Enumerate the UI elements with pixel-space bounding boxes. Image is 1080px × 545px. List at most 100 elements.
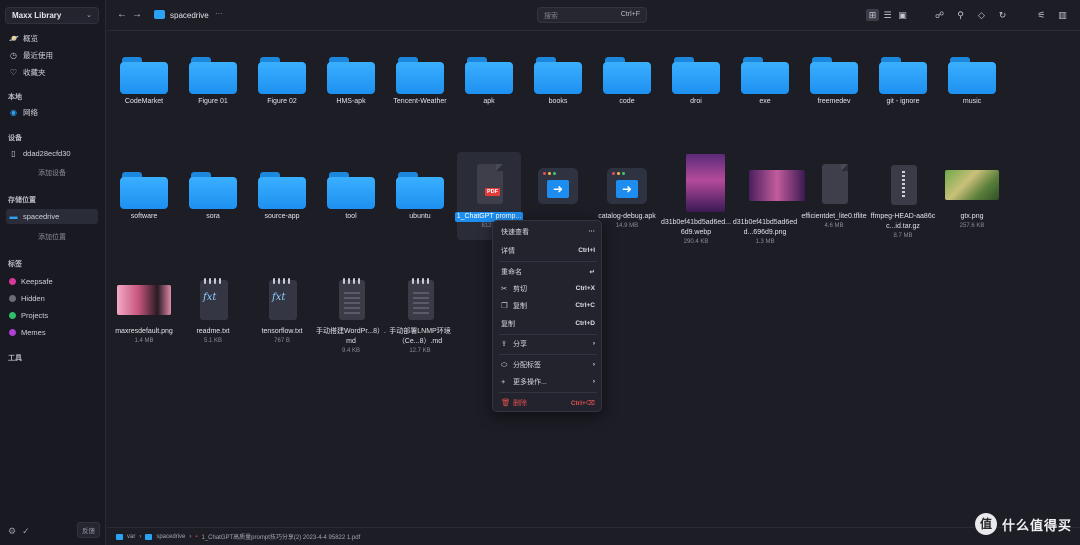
tag-icon: ⬭ — [501, 359, 508, 369]
tag-label: Memes — [21, 328, 46, 337]
menu-details[interactable]: 详情 Ctrl+I — [497, 243, 599, 258]
file-item[interactable]: ➜ — [522, 162, 594, 210]
section-devices: 设备 — [8, 135, 22, 142]
breadcrumb-file[interactable]: 1_ChatGPT高质量prompt技巧分享(2) 2023-4-4 95822… — [202, 532, 361, 541]
list-view-icon[interactable]: ☰ — [881, 9, 894, 21]
back-arrow-icon[interactable]: ← — [117, 9, 127, 20]
file-item[interactable]: d31b0ef41bd5ad6edd...696d9.png 1.3 MB — [729, 154, 805, 246]
file-name: git - ignore — [886, 98, 920, 105]
file-item[interactable]: code — [591, 47, 663, 107]
nav-overview[interactable]: 🪐 概览 — [6, 31, 98, 46]
chevron-right-icon: › — [592, 361, 595, 368]
menu-shortcut: Ctrl+X — [575, 285, 595, 292]
file-item[interactable]: 手动部署LNMP环境（Ce...8）.md 12.7 KB — [384, 277, 456, 355]
context-menu: 快速查看 ··· 详情 Ctrl+I 重命名 ↵ ✂ 剪切 Ctrl+X ❐ 复… — [492, 220, 602, 412]
file-size: 1.4 MB — [134, 338, 154, 344]
file-item[interactable]: books — [522, 47, 594, 107]
forward-arrow-icon[interactable]: → — [132, 9, 142, 20]
file-item[interactable]: Figure 01 — [177, 47, 249, 107]
gear-icon[interactable]: ⚙ — [8, 526, 16, 537]
menu-shortcut: Ctrl+C — [575, 302, 595, 309]
file-item[interactable]: freemedev — [798, 47, 870, 107]
inspector-panel-icon[interactable]: ▥ — [1056, 9, 1069, 21]
refresh-icon[interactable]: ↻ — [996, 9, 1009, 21]
file-item[interactable]: HMS-apk — [315, 47, 387, 107]
file-name: tensorflow.txt — [261, 328, 303, 335]
file-item[interactable]: Figure 02 — [246, 47, 318, 107]
file-item[interactable]: source-app — [246, 162, 318, 222]
file-item[interactable]: git - ignore — [867, 47, 939, 107]
tag-keepsafe[interactable]: Keepsafe — [6, 274, 98, 289]
file-item[interactable]: tool — [315, 162, 387, 222]
file-item[interactable]: sora — [177, 162, 249, 222]
tag-icon[interactable]: ◇ — [975, 9, 988, 21]
menu-label: 更多操作... — [513, 378, 547, 386]
file-item[interactable]: efficientdet_lite0.tflite 4.6 MB — [798, 162, 870, 230]
file-item[interactable]: Tencent-Weather — [384, 47, 456, 107]
section-tools: 工具 — [8, 355, 22, 362]
file-item[interactable]: ➜ catalog-debug.apk 14.9 MB — [591, 162, 663, 230]
menu-assign-tag[interactable]: ⬭ 分配标签 › — [497, 357, 599, 372]
device-item[interactable]: ▯ ddad28ecfd30 — [6, 146, 98, 161]
enter-icon: ↵ — [589, 268, 595, 276]
menu-duplicate[interactable]: 复制 Ctrl+D — [497, 316, 599, 331]
nav-favorites[interactable]: ♡ 收藏夹 — [6, 65, 98, 80]
file-item[interactable]: ffmpeg-HEAD-aa86cc...id.tar.gz 8.7 MB — [867, 162, 939, 240]
plus-icon: + — [501, 377, 506, 386]
menu-copy[interactable]: ❐ 复制 Ctrl+C — [497, 298, 599, 313]
menu-rename[interactable]: 重命名 ↵ — [497, 264, 599, 279]
media-view-icon[interactable]: ▣ — [896, 9, 909, 21]
feedback-button[interactable]: 反馈 — [77, 522, 100, 538]
menu-delete[interactable]: 🗑 删除 Ctrl+⌫ — [497, 395, 599, 410]
more-icon[interactable]: ··· — [215, 9, 223, 18]
section-local: 本地 — [8, 94, 22, 101]
file-item[interactable]: apk — [453, 47, 525, 107]
menu-cut[interactable]: ✂ 剪切 Ctrl+X — [497, 281, 599, 296]
file-item[interactable]: CodeMarket — [108, 47, 180, 107]
file-item[interactable]: d31b0ef41bd5ad6ed...6d9.webp 290.4 KB — [660, 154, 732, 246]
markdown-file-icon — [408, 278, 434, 320]
folder-icon — [154, 10, 165, 19]
grid-view-icon[interactable]: ⊞ — [866, 9, 879, 21]
sync-icon[interactable]: ☍ — [933, 9, 946, 21]
menu-label: 重命名 — [501, 268, 522, 276]
pdf-file-icon: PDF — [477, 164, 503, 204]
add-device-button[interactable]: 添加设备 — [38, 168, 66, 178]
library-selector[interactable]: Maxx Library ⌄ — [5, 7, 99, 24]
tag-dot-icon — [9, 329, 16, 336]
file-item[interactable]: maxresdefault.png 1.4 MB — [108, 277, 180, 345]
folder-icon — [810, 57, 858, 94]
folder-icon — [327, 57, 375, 94]
file-item[interactable]: f𝑥t tensorflow.txt 767 B — [246, 277, 318, 345]
menu-label: 分享 — [513, 340, 527, 348]
file-item[interactable]: droi — [660, 47, 732, 107]
tag-projects[interactable]: Projects — [6, 308, 98, 323]
nav-recent[interactable]: ◷ 最近使用 — [6, 48, 98, 63]
file-item[interactable]: software — [108, 162, 180, 222]
folder-icon: ▬ — [9, 212, 18, 221]
current-path[interactable]: spacedrive — [170, 11, 209, 20]
file-item[interactable]: music — [936, 47, 1008, 107]
file-item[interactable]: f𝑥t readme.txt 5.1 KB — [177, 277, 249, 345]
add-location-button[interactable]: 添加位置 — [38, 232, 66, 242]
location-spacedrive[interactable]: ▬ spacedrive — [6, 209, 98, 224]
nav-network[interactable]: ◉ 网络 — [6, 105, 98, 120]
check-circle-icon[interactable]: ✓ — [22, 526, 30, 537]
tag-memes[interactable]: Memes — [6, 325, 98, 340]
tag-hidden[interactable]: Hidden — [6, 291, 98, 306]
watermark-text: 什么值得买 — [1001, 517, 1072, 533]
menu-share[interactable]: ⇪ 分享 › — [497, 336, 599, 351]
search-input[interactable]: 搜索 Ctrl+F — [537, 7, 647, 23]
settings-sliders-icon[interactable]: ⚟ — [1035, 9, 1048, 21]
breadcrumb-spacedrive[interactable]: spacedrive — [156, 534, 185, 540]
breadcrumb-var[interactable]: var — [127, 534, 135, 540]
file-name: Figure 02 — [267, 98, 297, 105]
menu-more-actions[interactable]: + 更多操作... › — [497, 374, 599, 389]
key-icon[interactable]: ⚲ — [954, 9, 967, 21]
pdf-icon: ▪ — [195, 533, 198, 540]
file-item[interactable]: 手动搭建WordPr...8）.md 9.4 KB — [315, 277, 387, 355]
file-item[interactable]: ubuntu — [384, 162, 456, 222]
file-item[interactable]: exe — [729, 47, 801, 107]
menu-quick-view[interactable]: 快速查看 ··· — [497, 224, 599, 239]
file-item[interactable]: gtx.png 257.6 KB — [936, 162, 1008, 230]
